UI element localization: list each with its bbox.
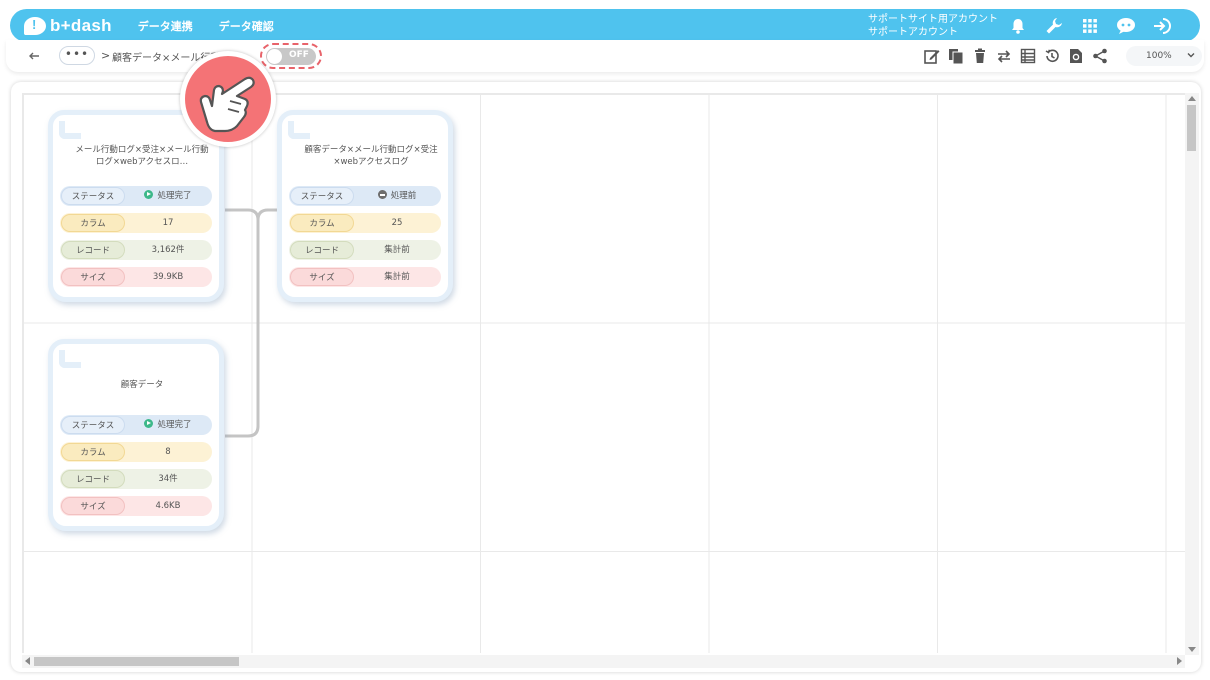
bell-icon[interactable] <box>1008 16 1028 36</box>
account-line2: サポートアカウント <box>868 27 958 38</box>
record-row: レコード 3,162件 <box>60 240 212 260</box>
zoom-select[interactable]: 100% <box>1126 46 1202 66</box>
status-value: 処理前 <box>355 187 439 205</box>
size-row: サイズ 4.6KB <box>60 496 212 516</box>
size-label: サイズ <box>290 268 354 286</box>
nav-data-integration[interactable]: データ連携 <box>138 18 193 34</box>
vertical-scrollbar[interactable] <box>1185 93 1199 655</box>
status-label: ステータス <box>61 416 125 434</box>
status-row: ステータス 処理前 <box>289 186 441 206</box>
size-value: 集計前 <box>384 272 410 282</box>
account-line1: サポートサイト用アカウント <box>868 14 998 25</box>
record-row: レコード 34件 <box>60 469 212 489</box>
size-value: 4.6KB <box>155 501 181 511</box>
column-row: カラム 8 <box>60 442 212 462</box>
card-title: 顧客データ <box>120 380 164 390</box>
status-row: ステータス 処理完了 <box>60 415 212 435</box>
wrench-icon[interactable] <box>1044 16 1064 36</box>
nav-data-check[interactable]: データ確認 <box>219 18 274 34</box>
history-icon[interactable] <box>1044 48 1060 64</box>
record-row: レコード 集計前 <box>289 240 441 260</box>
auto-run-toggle[interactable]: OFF <box>266 48 316 65</box>
scroll-down-arrow-icon[interactable] <box>1188 647 1196 652</box>
size-label: サイズ <box>61 497 125 515</box>
record-value: 集計前 <box>384 245 410 255</box>
download-icon[interactable] <box>1068 48 1084 64</box>
share-icon[interactable] <box>1092 48 1108 64</box>
logout-icon[interactable] <box>1152 16 1172 36</box>
card-title: メール行動ログ×受注×メール行動ログ×webアクセスロ… <box>75 145 209 167</box>
size-row: サイズ 39.9KB <box>60 267 212 287</box>
status-row: ステータス 処理完了 <box>60 186 212 206</box>
record-value: 34件 <box>158 474 178 484</box>
size-value: 39.9KB <box>152 272 184 282</box>
logo-bubble-icon <box>24 16 46 35</box>
swap-icon[interactable] <box>996 48 1012 64</box>
scroll-up-arrow-icon[interactable] <box>1188 96 1196 101</box>
column-value: 8 <box>165 447 171 457</box>
apps-grid-icon[interactable] <box>1080 16 1100 36</box>
account-info[interactable]: サポートサイト用アカウント サポートアカウント <box>868 13 998 39</box>
horizontal-scroll-thumb[interactable] <box>34 657 239 666</box>
status-label: ステータス <box>290 187 354 205</box>
logo-text: b+dash <box>50 15 112 35</box>
record-label: レコード <box>61 470 125 488</box>
edit-icon[interactable] <box>924 48 940 64</box>
back-arrow-icon[interactable] <box>26 48 42 64</box>
horizontal-scrollbar[interactable] <box>22 655 1185 668</box>
play-status-icon <box>144 419 154 428</box>
status-value: 処理完了 <box>126 187 210 205</box>
breadcrumb-more-button[interactable]: ••• <box>59 46 95 65</box>
toggle-label: OFF <box>289 50 309 60</box>
top-header: b+dash データ連携 データ確認 サポートサイト用アカウント サポートアカウ… <box>10 9 1200 42</box>
record-label: レコード <box>61 241 125 259</box>
status-label: ステータス <box>61 187 125 205</box>
status-text: 処理前 <box>390 191 417 201</box>
record-value: 3,162件 <box>151 245 185 255</box>
breadcrumb-separator: > <box>101 49 111 62</box>
column-value: 25 <box>391 218 403 228</box>
data-card[interactable]: 顧客データ×メール行動ログ×受注×webアクセスログ ステータス 処理前 カラム… <box>277 110 453 302</box>
zoom-value: 100% <box>1146 51 1172 61</box>
file-fold-icon <box>59 350 81 368</box>
column-value: 17 <box>162 218 174 228</box>
status-text: 処理完了 <box>157 420 192 430</box>
chevron-down-icon <box>1186 49 1196 64</box>
scroll-left-arrow-icon[interactable] <box>25 657 30 665</box>
chat-bot-icon[interactable] <box>1116 16 1136 36</box>
size-row: サイズ 集計前 <box>289 267 441 287</box>
vertical-scroll-thumb[interactable] <box>1187 105 1196 151</box>
column-row: カラム 25 <box>289 213 441 233</box>
pointing-hand-icon <box>180 51 276 147</box>
column-row: カラム 17 <box>60 213 212 233</box>
record-label: レコード <box>290 241 354 259</box>
data-card[interactable]: 顧客データ ステータス 処理完了 カラム 8 レコード 34件 サイズ 4.6K… <box>48 339 224 531</box>
file-fold-icon <box>59 121 81 139</box>
column-label: カラム <box>61 214 125 232</box>
status-text: 処理完了 <box>157 191 192 201</box>
size-label: サイズ <box>61 268 125 286</box>
copy-icon[interactable] <box>948 48 964 65</box>
minus-status-icon <box>377 190 387 199</box>
trash-icon[interactable] <box>972 48 988 64</box>
column-label: カラム <box>61 443 125 461</box>
logo[interactable]: b+dash <box>24 16 112 36</box>
table-icon[interactable] <box>1020 48 1036 64</box>
play-status-icon <box>144 190 154 199</box>
file-fold-icon <box>288 121 310 139</box>
scroll-right-arrow-icon[interactable] <box>1177 657 1182 665</box>
card-title: 顧客データ×メール行動ログ×受注×webアクセスログ <box>304 145 438 167</box>
status-value: 処理完了 <box>126 416 210 434</box>
column-label: カラム <box>290 214 354 232</box>
